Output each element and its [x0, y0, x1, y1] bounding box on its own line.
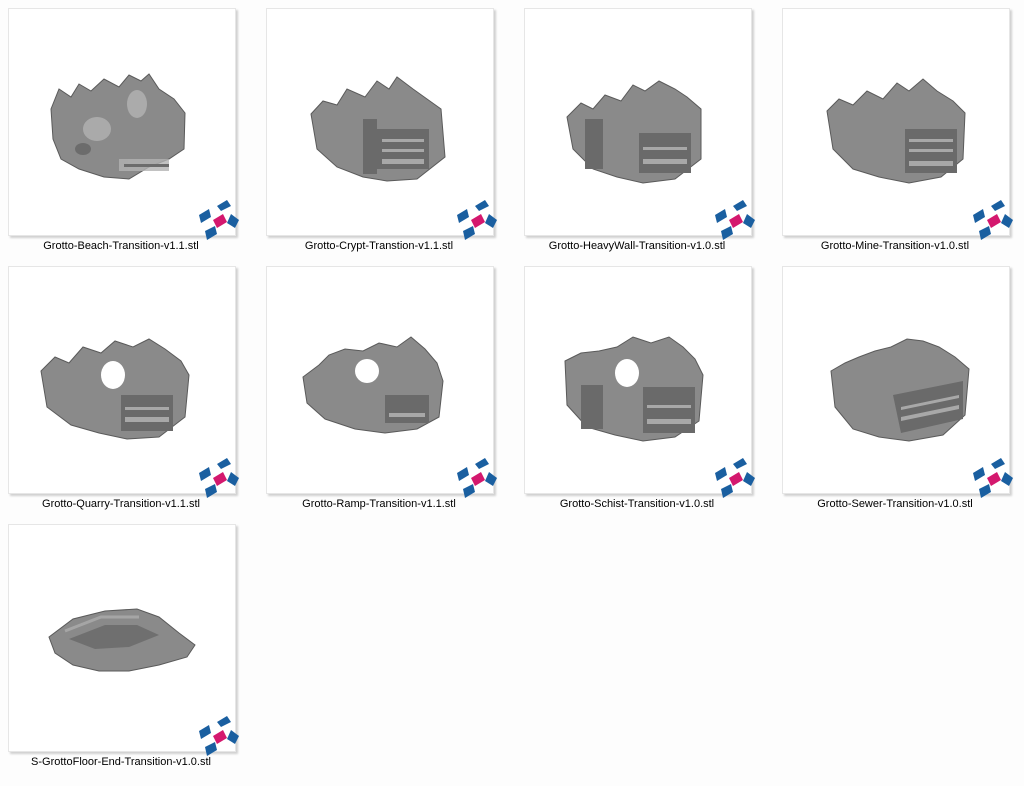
file-item[interactable]: Grotto-Crypt-Transtion-v1.1.stl: [258, 0, 498, 255]
file-thumbnail[interactable]: [266, 266, 497, 498]
file-name-label[interactable]: Grotto-Crypt-Transtion-v1.1.stl: [258, 240, 500, 252]
file-name-label[interactable]: Grotto-Schist-Transition-v1.0.stl: [516, 498, 758, 510]
file-thumbnail[interactable]: [8, 266, 239, 498]
stl-file-badge-icon: [199, 716, 239, 756]
stl-file-badge-icon: [973, 458, 1013, 498]
stl-file-badge-icon: [199, 200, 239, 240]
file-item[interactable]: Grotto-Quarry-Transition-v1.1.stl: [0, 258, 240, 513]
stl-file-badge-icon: [457, 200, 497, 240]
file-thumbnail[interactable]: [782, 266, 1013, 498]
file-item[interactable]: Grotto-Sewer-Transition-v1.0.stl: [774, 258, 1014, 513]
file-item[interactable]: Grotto-HeavyWall-Transition-v1.0.stl: [516, 0, 756, 255]
file-thumbnail[interactable]: [266, 8, 497, 240]
file-name-label[interactable]: Grotto-Sewer-Transition-v1.0.stl: [774, 498, 1016, 510]
file-thumbnail[interactable]: [8, 524, 239, 756]
file-item[interactable]: Grotto-Ramp-Transition-v1.1.stl: [258, 258, 498, 513]
stl-file-badge-icon: [715, 458, 755, 498]
file-name-label[interactable]: Grotto-Beach-Transition-v1.1.stl: [0, 240, 242, 252]
file-thumbnail[interactable]: [524, 266, 755, 498]
stl-file-badge-icon: [715, 200, 755, 240]
stl-file-badge-icon: [973, 200, 1013, 240]
stl-file-badge-icon: [199, 458, 239, 498]
file-item[interactable]: Grotto-Schist-Transition-v1.0.stl: [516, 258, 756, 513]
file-thumbnail[interactable]: [8, 8, 239, 240]
file-name-label[interactable]: Grotto-Mine-Transition-v1.0.stl: [774, 240, 1016, 252]
file-name-label[interactable]: Grotto-Quarry-Transition-v1.1.stl: [0, 498, 242, 510]
file-thumbnail-grid: Grotto-Beach-Transition-v1.1.stl Grotto-…: [0, 0, 1024, 786]
stl-file-badge-icon: [457, 458, 497, 498]
file-name-label[interactable]: S-GrottoFloor-End-Transition-v1.0.stl: [0, 756, 242, 768]
file-item[interactable]: Grotto-Mine-Transition-v1.0.stl: [774, 0, 1014, 255]
file-name-label[interactable]: Grotto-Ramp-Transition-v1.1.stl: [258, 498, 500, 510]
file-name-label[interactable]: Grotto-HeavyWall-Transition-v1.0.stl: [516, 240, 758, 252]
file-item[interactable]: S-GrottoFloor-End-Transition-v1.0.stl: [0, 516, 240, 771]
file-item[interactable]: Grotto-Beach-Transition-v1.1.stl: [0, 0, 240, 255]
file-thumbnail[interactable]: [524, 8, 755, 240]
file-thumbnail[interactable]: [782, 8, 1013, 240]
